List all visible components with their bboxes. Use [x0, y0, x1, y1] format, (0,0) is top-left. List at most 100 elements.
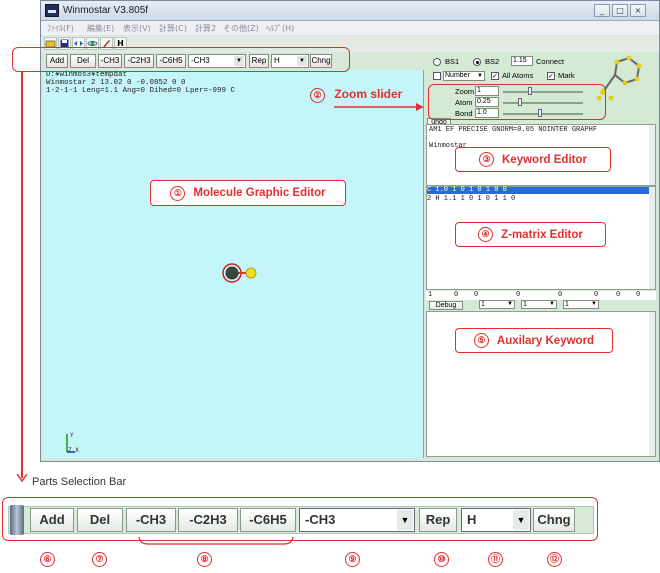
num-field[interactable]: 0	[454, 291, 458, 299]
c6h5-button-large[interactable]: -C6H5	[240, 508, 296, 532]
chevron-down-icon: ▼	[591, 301, 597, 307]
zoom-slider-highlight	[428, 84, 606, 120]
toolbar-gripper[interactable]	[10, 505, 24, 535]
molecule-editor-caption: Molecule Graphic Editor	[193, 187, 326, 199]
zmatrix-scrollbar[interactable]	[649, 187, 655, 289]
chevron-down-icon: ▼	[549, 301, 555, 307]
num-field[interactable]: 0	[594, 291, 598, 299]
num-field[interactable]: 0	[558, 291, 562, 299]
mark-label: Mark	[558, 71, 575, 80]
auxiliary-scrollbar[interactable]	[649, 312, 655, 456]
energy-info-text: Winmostar 2 13.02 0 -0.0852 0 0	[46, 79, 186, 87]
marker-8: ⑧	[197, 552, 212, 567]
num-field[interactable]: 0	[474, 291, 478, 299]
num-field[interactable]: 0	[636, 291, 640, 299]
keyword-editor-caption: Keyword Editor	[502, 153, 587, 166]
geometry-info-text: 1-2-1-1 Leng=1.1 Ang=0 Dihed=0 Lper=-999…	[46, 87, 236, 95]
mark-checkbox[interactable]: ✓	[547, 72, 555, 80]
zmatrix-selected-row[interactable]: C 1.0 1 0 1 0 1 0 0	[427, 187, 651, 194]
zoom-slider-callout: ② Zoom slider	[310, 87, 402, 103]
molecule-editor-callout: ① Molecule Graphic Editor	[150, 180, 346, 206]
number-checkbox[interactable]	[433, 72, 441, 80]
number-select-value: Number	[445, 72, 470, 79]
group-select-large[interactable]: -CH3 ▼	[299, 508, 415, 532]
window-title: Winmostar V3.805f	[63, 5, 149, 16]
bs1-label: BS1	[445, 57, 460, 66]
bs2-radio[interactable]	[473, 58, 481, 66]
marker-11: ⑪	[488, 552, 503, 567]
debug-select-value: 1	[523, 301, 527, 308]
menu-calc2[interactable]: 計算2	[195, 23, 216, 34]
callout-number: ④	[478, 227, 494, 242]
parts-selection-bar-caption: Parts Selection Bar	[32, 476, 127, 488]
marker-6: ⑥	[40, 552, 55, 567]
zmatrix-row[interactable]: 2 H 1.1 1 0 1 0 1 1 0	[427, 195, 515, 203]
zmatrix-editor-caption: Z-matrix Editor	[501, 228, 583, 241]
debug-select-3[interactable]: 1 ▼	[563, 300, 599, 309]
callout-number: ①	[170, 185, 186, 201]
axis-y-label: Y	[70, 432, 74, 439]
number-select[interactable]: Number ▼	[443, 71, 485, 81]
menu-view[interactable]: 表示(V)	[123, 23, 151, 34]
debug-select-value: 1	[481, 301, 485, 308]
atom-select-value: H	[467, 512, 477, 527]
chng-button-large[interactable]: Chng	[533, 508, 575, 532]
menu-help[interactable]: ﾍﾙﾌﾟ(H)	[266, 23, 294, 34]
menu-calc[interactable]: 計算(C)	[159, 23, 187, 34]
numeric-fields-row: 1 0 0 0 0 0 0 0	[426, 291, 656, 300]
del-button-large[interactable]: Del	[77, 508, 123, 532]
molecule-graphic-editor[interactable]: D:¥winmos3¥tempdat Winmostar 2 13.02 0 -…	[43, 70, 424, 458]
app-logo-icon	[45, 4, 59, 17]
atom-select-large[interactable]: H ▼	[461, 508, 531, 532]
chevron-down-icon: ▼	[477, 73, 483, 79]
add-button-large[interactable]: Add	[30, 508, 74, 532]
bs1-radio[interactable]	[433, 58, 441, 66]
group-select-value: -CH3	[305, 512, 336, 527]
maximize-button[interactable]: □	[612, 4, 628, 17]
title-bar: Winmostar V3.805f _ □ ×	[41, 1, 659, 21]
chevron-down-icon: ▼	[397, 510, 413, 530]
arrow-down-icon	[16, 474, 28, 482]
num-field[interactable]: 0	[616, 291, 620, 299]
callout-number: ③	[479, 152, 494, 167]
auxiliary-keyword-callout: ⑤ Auxilary Keyword	[455, 328, 613, 353]
parts-bar-highlight	[12, 47, 350, 72]
keyword-line: AM1 EF PRECISE GNORM=0.05 NOINTER GRAPHF	[429, 126, 598, 134]
zoom-slider-caption: Zoom slider	[334, 87, 403, 101]
menu-file[interactable]: ﾌｧｲﾙ(F)	[47, 23, 74, 34]
debug-button[interactable]: Debug	[429, 301, 463, 310]
axis-zx-label: Z X	[68, 447, 79, 454]
marker-9: ⑨	[345, 552, 360, 567]
callout-number: ⑤	[473, 333, 489, 348]
ch3-button-large[interactable]: -CH3	[126, 508, 176, 532]
connect-label: Connect	[536, 57, 564, 66]
debug-select-value: 1	[565, 301, 569, 308]
connector-line	[21, 72, 23, 478]
num-field[interactable]: 0	[516, 291, 520, 299]
menu-edit[interactable]: 編集(E)	[87, 23, 114, 34]
num-field[interactable]: 1	[428, 291, 432, 299]
scale-input[interactable]: 1.15	[511, 56, 533, 66]
molecule-drawing[interactable]	[221, 262, 263, 286]
keyword-scrollbar[interactable]	[649, 125, 655, 185]
bracket-shape	[138, 536, 294, 545]
rep-button-large[interactable]: Rep	[419, 508, 457, 532]
keyword-editor-callout: ③ Keyword Editor	[455, 147, 611, 172]
marker-10: ⑩	[434, 552, 449, 567]
bs2-label: BS2	[485, 57, 500, 66]
file-path-text: D:¥winmos3¥tempdat	[46, 71, 128, 79]
callout-number: ②	[310, 88, 325, 103]
menu-bar: ﾌｧｲﾙ(F) 編集(E) 表示(V) 計算(C) 計算2 その他(Z) ﾍﾙﾌ…	[41, 21, 659, 35]
close-button[interactable]: ×	[630, 4, 646, 17]
marker-7: ⑦	[92, 552, 107, 567]
all-atoms-checkbox[interactable]: ✓	[491, 72, 499, 80]
c2h3-button-large[interactable]: -C2H3	[178, 508, 238, 532]
zmatrix-editor-callout: ④ Z-matrix Editor	[455, 222, 606, 247]
debug-select-2[interactable]: 1 ▼	[521, 300, 557, 309]
chevron-down-icon: ▼	[513, 510, 529, 530]
debug-select-1[interactable]: 1 ▼	[479, 300, 515, 309]
arrow-right-icon	[334, 103, 424, 111]
minimize-button[interactable]: _	[594, 4, 610, 17]
menu-other[interactable]: その他(Z)	[223, 23, 259, 34]
all-atoms-label: All Atoms	[502, 71, 534, 80]
